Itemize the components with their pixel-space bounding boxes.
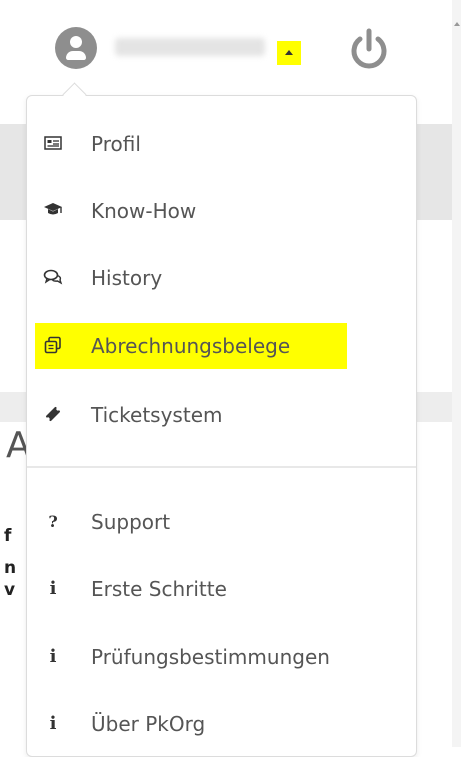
scrollbar[interactable] — [452, 0, 461, 747]
menu-item-pruefungsbestimmungen[interactable]: i Prüfungsbestimmungen — [27, 634, 416, 678]
menu-item-profil[interactable]: Profil — [27, 121, 416, 165]
caret-up-icon[interactable] — [277, 41, 301, 65]
menu-item-erste-schritte[interactable]: i Erste Schritte — [27, 566, 416, 610]
menu-item-history[interactable]: History — [27, 255, 416, 299]
user-dropdown-menu: Profil Know-How History Abrechnungsbeleg… — [26, 95, 417, 757]
menu-divider — [27, 466, 416, 468]
menu-item-label: Know-How — [91, 199, 197, 223]
menu-item-label: Support — [91, 510, 171, 534]
graduation-cap-icon — [41, 198, 65, 222]
background-text-fragment: n — [4, 558, 17, 578]
menu-item-label: Profil — [91, 132, 141, 156]
background-text-fragment: v — [4, 580, 16, 600]
info-icon: i — [49, 712, 57, 734]
info-icon: i — [49, 645, 57, 667]
chat-bubbles-icon — [41, 265, 65, 289]
menu-item-ticketsystem[interactable]: Ticketsystem — [27, 392, 416, 436]
menu-item-label: Erste Schritte — [91, 577, 227, 601]
menu-item-know-how[interactable]: Know-How — [27, 188, 416, 232]
background-text-fragment: f — [4, 526, 12, 546]
username-redacted[interactable] — [115, 38, 265, 56]
scroll-up-arrow-icon[interactable] — [454, 22, 460, 26]
power-icon[interactable] — [346, 27, 392, 73]
id-card-icon — [41, 131, 65, 155]
menu-item-label: Ticketsystem — [91, 403, 223, 427]
question-icon: ? — [48, 511, 58, 531]
info-icon: i — [49, 577, 57, 599]
menu-item-label: History — [91, 266, 163, 290]
menu-item-support[interactable]: ? Support — [27, 499, 416, 543]
top-header — [0, 0, 452, 96]
user-avatar-icon[interactable] — [55, 27, 97, 69]
menu-item-abrechnungsbelege[interactable]: Abrechnungsbelege — [27, 323, 416, 369]
menu-item-label: Abrechnungsbelege — [91, 334, 291, 358]
menu-item-label: Prüfungsbestimmungen — [91, 645, 330, 669]
menu-item-label: Über PkOrg — [91, 712, 206, 736]
menu-item-ueber-pkorg[interactable]: i Über PkOrg — [27, 701, 416, 745]
ticket-icon — [41, 402, 65, 426]
copy-documents-icon — [41, 333, 65, 357]
